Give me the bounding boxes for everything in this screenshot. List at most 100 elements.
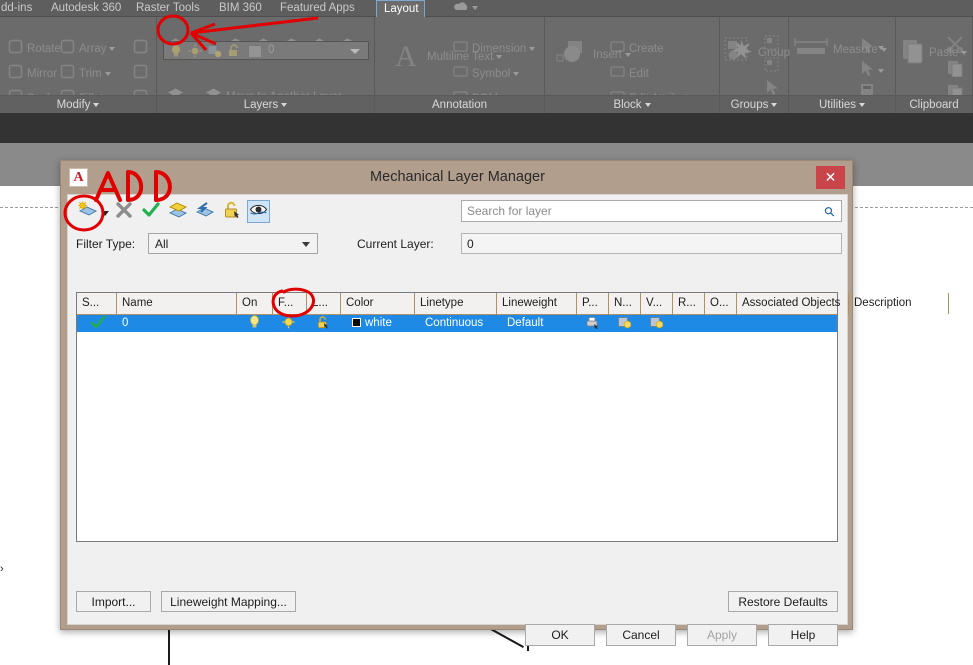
chevron-down-icon[interactable]	[771, 102, 778, 107]
row-on-icon[interactable]	[243, 315, 261, 332]
row-linetype[interactable]: Continuous	[420, 315, 483, 332]
help-button[interactable]: Help	[768, 624, 838, 646]
chevron-down-icon[interactable]	[104, 71, 111, 76]
chevron-down-icon[interactable]	[350, 49, 360, 54]
import-button[interactable]: Import...	[76, 591, 151, 612]
sun-icon[interactable]	[188, 44, 202, 63]
ribbon-panel-groups: Group Groups	[720, 17, 790, 113]
unlock-icon[interactable]	[227, 44, 241, 63]
ribbon-panel-title[interactable]: Annotation	[375, 95, 544, 113]
ribbon-panel-title[interactable]: Layers	[157, 95, 374, 113]
chevron-down-icon[interactable]	[281, 102, 288, 107]
chevron-down-icon[interactable]	[513, 71, 520, 76]
table-column-header[interactable]: Associated Objects	[737, 293, 849, 314]
ribbon-button-ungroup-icon[interactable]	[764, 35, 780, 55]
table-column-header[interactable]: V...	[641, 293, 673, 314]
search-placeholder: Search for layer	[467, 204, 552, 218]
table-column-header[interactable]: R...	[673, 293, 705, 314]
ribbon-button-measuregeom-icon[interactable]	[859, 60, 884, 81]
table-column-header[interactable]: Linetype	[415, 293, 497, 314]
table-column-header[interactable]: N...	[609, 293, 641, 314]
row-freeze-icon[interactable]	[277, 315, 295, 332]
ribbon-tab-layout[interactable]: Layout	[376, 0, 425, 17]
row-plot-icon[interactable]	[580, 315, 600, 332]
table-row[interactable]: 0 white Continuous Default	[77, 315, 837, 332]
layer-visibility-button[interactable]	[247, 200, 270, 223]
chevron-down-icon[interactable]	[878, 68, 884, 73]
ribbon-button-symbol[interactable]: Symbol	[453, 64, 520, 83]
create-block-icon	[610, 39, 625, 58]
table-column-header[interactable]: Lineweight	[497, 293, 577, 314]
ribbon-button-create[interactable]: Create	[610, 39, 664, 58]
ribbon-button-rotate[interactable]: Rotate	[8, 39, 61, 58]
layer-table[interactable]: S... Name On F... L... Color Linetype Lineweigh…	[76, 292, 949, 542]
ok-button[interactable]: OK	[525, 624, 595, 646]
restore-defaults-button[interactable]: Restore Defaults	[728, 591, 838, 612]
filter-type-select[interactable]: All	[148, 233, 318, 254]
chevron-down-icon[interactable]	[93, 102, 100, 107]
freeze-icon[interactable]	[207, 44, 222, 63]
ribbon-panel-title[interactable]: Clipboard	[896, 95, 972, 113]
chevron-down-icon[interactable]	[302, 242, 310, 247]
ribbon-button-stretch-icon[interactable]	[133, 39, 148, 58]
row-new-vp-icon[interactable]	[612, 315, 632, 332]
table-column-header[interactable]: On	[237, 293, 273, 314]
ribbon-tab-autodesk-360[interactable]: Autodesk 360	[44, 0, 127, 17]
table-column-header[interactable]: Color	[341, 293, 415, 314]
ribbon-tab-dd-ins[interactable]: dd-ins	[0, 0, 42, 17]
chevron-down-icon[interactable]	[109, 46, 116, 51]
ribbon-button-mirror[interactable]: Mirror	[8, 64, 57, 83]
mechanical-layer-manager-dialog[interactable]: A Mechanical Layer Manager ✕ Search for …	[60, 160, 949, 646]
cancel-button[interactable]: Cancel	[606, 624, 676, 646]
ribbon-panel-title[interactable]: Block	[545, 95, 719, 113]
ribbon-panel-title[interactable]: Modify	[0, 95, 156, 113]
table-column-header[interactable]: P...	[577, 293, 609, 314]
ribbon-button-copy-icon[interactable]	[946, 59, 964, 81]
close-icon[interactable]: ✕	[816, 166, 845, 189]
ribbon-button-group-edit-icon[interactable]	[764, 57, 780, 77]
merge-layer-button[interactable]	[166, 200, 189, 223]
row-lineweight[interactable]: Default	[502, 315, 543, 332]
ribbon-button-quick-select-icon[interactable]	[859, 37, 884, 58]
ribbon-button-dimension[interactable]: Dimension	[453, 39, 536, 58]
ribbon-button-edit[interactable]: Edit	[610, 64, 649, 83]
row-color[interactable]: white	[347, 315, 392, 332]
table-column-header[interactable]: L...	[307, 293, 341, 314]
lineweight-mapping-button[interactable]: Lineweight Mapping...	[161, 591, 296, 612]
ribbon-tab-bim-360[interactable]: BIM 360	[212, 0, 269, 17]
table-column-header[interactable]: O...	[705, 293, 737, 314]
ribbon-panel-title[interactable]: Groups	[720, 95, 788, 113]
search-input[interactable]: Search for layer ⚲	[461, 200, 842, 222]
chevron-down-icon[interactable]	[859, 102, 866, 107]
set-current-button[interactable]	[139, 200, 162, 223]
table-column-header[interactable]: F...	[273, 293, 307, 314]
ribbon-button-trim[interactable]: Trim	[60, 64, 111, 83]
chevron-down-icon[interactable]	[100, 211, 109, 216]
chevron-down-icon[interactable]	[878, 45, 884, 50]
extract-layer-button[interactable]	[193, 200, 216, 223]
viewport-top-strip	[0, 113, 973, 143]
lock-layer-button[interactable]	[220, 200, 243, 223]
chevron-down-icon[interactable]	[644, 102, 651, 107]
new-layer-button[interactable]	[76, 200, 99, 223]
ribbon-tab-bar: dd-ins Autodesk 360 Raster Tools BIM 360 Fea…	[0, 0, 973, 17]
table-column-header[interactable]: Name	[117, 293, 237, 314]
table-column-header[interactable]: Description	[849, 293, 949, 314]
layer-combo[interactable]: 0	[163, 41, 369, 60]
table-column-header[interactable]: S...	[77, 293, 117, 314]
lightbulb-icon[interactable]	[169, 44, 183, 63]
chevron-down-icon[interactable]	[529, 46, 536, 51]
search-icon[interactable]: ⚲	[821, 203, 839, 221]
row-lock-icon[interactable]	[311, 315, 330, 332]
ribbon-button-group[interactable]: Group	[724, 37, 790, 69]
ribbon-button-extend-icon[interactable]	[133, 64, 148, 83]
ribbon-panel-title[interactable]: Utilities	[789, 95, 895, 113]
ribbon-button-array[interactable]: Array	[60, 39, 116, 58]
delete-layer-button[interactable]	[112, 200, 135, 223]
new-layer-dropdown[interactable]	[99, 200, 110, 223]
row-vp-freeze-icon[interactable]	[644, 315, 664, 332]
ribbon-button-cut-icon[interactable]	[946, 35, 964, 57]
ribbon-tab-featured-apps[interactable]: Featured Apps	[273, 0, 363, 17]
cloud-icon[interactable]	[446, 0, 486, 17]
ribbon-tab-raster-tools[interactable]: Raster Tools	[129, 0, 208, 17]
